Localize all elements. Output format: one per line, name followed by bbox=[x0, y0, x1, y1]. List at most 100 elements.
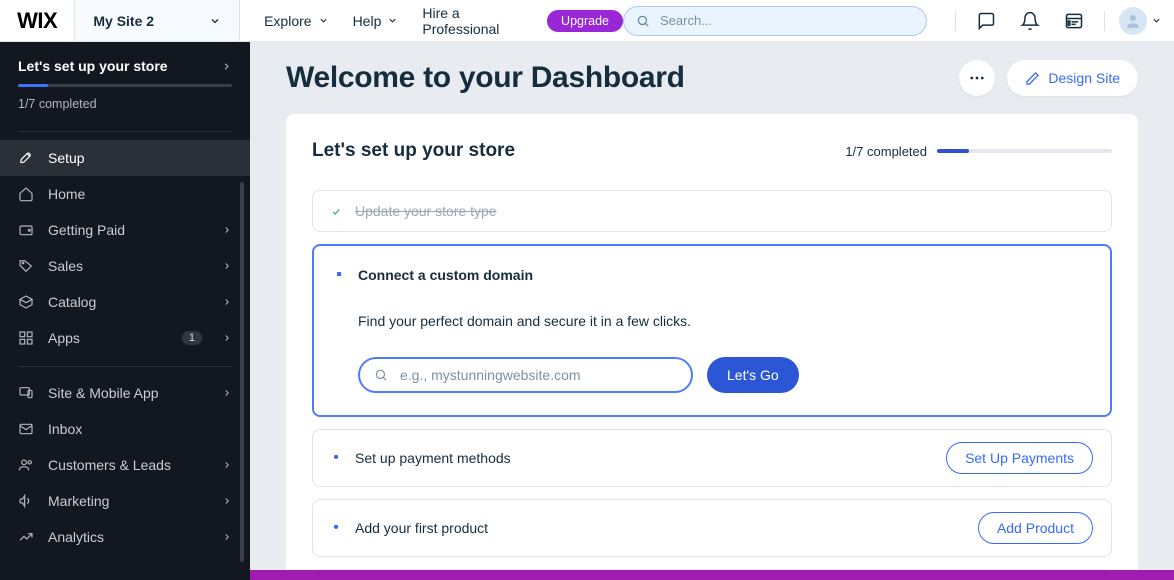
bullet-icon: • bbox=[331, 520, 341, 536]
step-update-store-type[interactable]: Update your store type bbox=[312, 190, 1112, 232]
search-icon bbox=[374, 368, 388, 382]
sidebar-setup-title: Let's set up your store bbox=[18, 58, 168, 74]
sidebar-item-inbox[interactable]: Inbox bbox=[0, 411, 250, 447]
chevron-right-icon bbox=[222, 532, 232, 542]
bell-icon[interactable] bbox=[1018, 9, 1042, 33]
card-progress: 1/7 completed bbox=[845, 144, 1112, 159]
upgrade-label: Upgrade bbox=[561, 14, 609, 28]
design-site-label: Design Site bbox=[1048, 70, 1120, 86]
design-site-button[interactable]: Design Site bbox=[1007, 60, 1138, 96]
nav-hire[interactable]: Hire a Professional bbox=[422, 5, 523, 37]
avatar[interactable] bbox=[1119, 7, 1147, 35]
page-title: Welcome to your Dashboard bbox=[286, 61, 685, 95]
set-up-payments-button[interactable]: Set Up Payments bbox=[946, 442, 1093, 474]
sidebar-item-label: Catalog bbox=[48, 294, 208, 310]
sidebar-item-catalog[interactable]: Catalog bbox=[0, 284, 250, 320]
add-product-button[interactable]: Add Product bbox=[978, 512, 1093, 544]
sidebar-progress-label: 1/7 completed bbox=[18, 97, 232, 111]
sidebar-item-label: Sales bbox=[48, 258, 208, 274]
logo[interactable]: WIX bbox=[0, 0, 74, 41]
nav-help[interactable]: Help bbox=[353, 13, 399, 29]
sidebar-item-analytics[interactable]: Analytics bbox=[0, 519, 250, 555]
sidebar-item-label: Apps bbox=[48, 330, 168, 346]
chevron-right-icon bbox=[222, 261, 232, 271]
sidebar-item-label: Home bbox=[48, 186, 232, 202]
check-icon bbox=[331, 205, 341, 218]
sidebar-item-home[interactable]: Home bbox=[0, 176, 250, 212]
sidebar-item-sales[interactable]: Sales bbox=[0, 248, 250, 284]
chevron-right-icon bbox=[222, 297, 232, 307]
chevron-right-icon bbox=[222, 388, 232, 398]
more-button[interactable] bbox=[959, 60, 995, 96]
global-search[interactable] bbox=[623, 6, 927, 36]
chevron-right-icon bbox=[222, 460, 232, 470]
sidebar-item-apps[interactable]: Apps 1 bbox=[0, 320, 250, 356]
sidebar-item-label: Setup bbox=[48, 150, 232, 166]
step-title: Add your first product bbox=[355, 520, 488, 536]
domain-search[interactable] bbox=[358, 357, 693, 393]
step-title: Update your store type bbox=[355, 203, 497, 219]
nav-explore-label: Explore bbox=[264, 13, 311, 29]
bullet-icon: ▪ bbox=[334, 267, 344, 283]
step-title: Connect a custom domain bbox=[358, 267, 533, 283]
chevron-right-icon bbox=[221, 61, 232, 72]
news-icon[interactable] bbox=[1062, 9, 1086, 33]
sidebar-item-label: Site & Mobile App bbox=[48, 385, 208, 401]
card-progress-label: 1/7 completed bbox=[845, 144, 927, 159]
sidebar-item-getting-paid[interactable]: Getting Paid bbox=[0, 212, 250, 248]
chevron-right-icon bbox=[222, 333, 232, 343]
dots-icon bbox=[968, 69, 986, 87]
chat-icon[interactable] bbox=[974, 9, 998, 33]
nav-explore[interactable]: Explore bbox=[264, 13, 328, 29]
grid-icon bbox=[18, 330, 34, 346]
chevron-down-icon bbox=[209, 15, 221, 27]
site-switcher[interactable]: My Site 2 bbox=[74, 0, 240, 41]
sidebar-item-site-mobile[interactable]: Site & Mobile App bbox=[0, 375, 250, 411]
sidebar-item-label: Analytics bbox=[48, 529, 208, 545]
sidebar-setup-panel[interactable]: Let's set up your store bbox=[18, 58, 232, 74]
lets-go-label: Let's Go bbox=[727, 367, 779, 383]
mail-icon bbox=[18, 421, 34, 437]
step-description: Find your perfect domain and secure it i… bbox=[358, 313, 1090, 329]
chevron-right-icon bbox=[222, 225, 232, 235]
step-payment-methods[interactable]: • Set up payment methods Set Up Payments bbox=[312, 429, 1112, 487]
sidebar-item-label: Customers & Leads bbox=[48, 457, 208, 473]
sidebar-item-marketing[interactable]: Marketing bbox=[0, 483, 250, 519]
pencil-icon bbox=[1025, 71, 1040, 86]
sidebar-item-customers[interactable]: Customers & Leads bbox=[0, 447, 250, 483]
sidebar-item-label: Getting Paid bbox=[48, 222, 208, 238]
site-name: My Site 2 bbox=[93, 13, 154, 29]
step-add-product[interactable]: • Add your first product Add Product bbox=[312, 499, 1112, 557]
badge: 1 bbox=[182, 331, 202, 345]
chevron-down-icon bbox=[387, 15, 398, 26]
sidebar-item-setup[interactable]: Setup bbox=[0, 140, 250, 176]
bullet-icon: • bbox=[331, 450, 341, 466]
upgrade-button[interactable]: Upgrade bbox=[547, 10, 623, 32]
main-content: Welcome to your Dashboard Design Site Le bbox=[250, 42, 1174, 580]
search-input[interactable] bbox=[658, 12, 914, 29]
home-icon bbox=[18, 186, 34, 202]
top-bar: WIX My Site 2 Explore Help Hire a Profes… bbox=[0, 0, 1174, 42]
separator bbox=[955, 11, 956, 31]
box-icon bbox=[18, 294, 34, 310]
wallet-icon bbox=[18, 222, 34, 238]
rocket-icon bbox=[18, 150, 34, 166]
scrollbar[interactable] bbox=[240, 182, 244, 562]
device-icon bbox=[18, 385, 34, 401]
lets-go-button[interactable]: Let's Go bbox=[707, 357, 799, 393]
search-icon bbox=[636, 14, 650, 28]
step-connect-domain: ▪ Connect a custom domain Find your perf… bbox=[312, 244, 1112, 417]
sidebar-item-label: Marketing bbox=[48, 493, 208, 509]
sidebar: Let's set up your store 1/7 completed Se… bbox=[0, 42, 250, 580]
users-icon bbox=[18, 457, 34, 473]
separator bbox=[1104, 11, 1105, 31]
step-title: Set up payment methods bbox=[355, 450, 511, 466]
domain-input[interactable] bbox=[398, 366, 677, 384]
chart-icon bbox=[18, 529, 34, 545]
chevron-down-icon[interactable] bbox=[1151, 15, 1162, 26]
chevron-down-icon bbox=[318, 15, 329, 26]
tag-icon bbox=[18, 258, 34, 274]
setup-card: Let's set up your store 1/7 completed Up… bbox=[286, 114, 1138, 580]
card-title: Let's set up your store bbox=[312, 140, 515, 162]
nav-help-label: Help bbox=[353, 13, 382, 29]
